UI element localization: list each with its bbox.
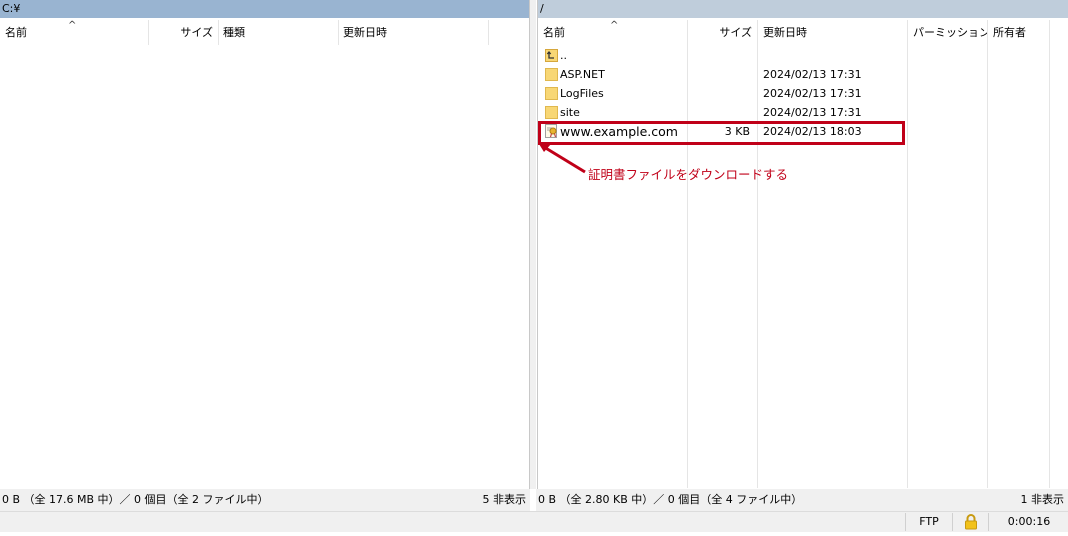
local-status-bar: 0 B （全 17.6 MB 中）／ 0 個目（全 2 ファイル中） 5 非表示 bbox=[0, 489, 530, 511]
lock-icon bbox=[964, 514, 977, 530]
file-name: LogFiles bbox=[560, 87, 604, 100]
file-name: site bbox=[560, 106, 580, 119]
annotation-label: 証明書ファイルをダウンロードする bbox=[588, 167, 789, 182]
elapsed-time: 0:00:16 bbox=[988, 513, 1068, 531]
encryption-status[interactable] bbox=[952, 513, 988, 531]
file-modified: 2024/02/13 17:31 bbox=[763, 106, 862, 119]
file-row-site[interactable]: site 2024/02/13 17:31 bbox=[538, 103, 1068, 122]
remote-column-modified[interactable]: 更新日時 bbox=[758, 20, 908, 45]
local-column-modified[interactable]: 更新日時 bbox=[338, 20, 488, 45]
parent-folder-icon bbox=[545, 49, 558, 62]
folder-icon bbox=[545, 106, 558, 119]
remote-column-size[interactable]: サイズ bbox=[688, 20, 757, 45]
remote-hidden-count[interactable]: 1 非表示 bbox=[1021, 489, 1065, 511]
column-divider[interactable] bbox=[338, 20, 339, 45]
highlight-box bbox=[538, 121, 905, 145]
local-column-size[interactable]: サイズ bbox=[148, 20, 218, 45]
local-path-bar[interactable]: C:¥ bbox=[0, 0, 529, 18]
file-name: .. bbox=[560, 49, 567, 62]
pane-splitter[interactable] bbox=[530, 0, 536, 489]
file-row-parent[interactable]: .. bbox=[538, 46, 1068, 65]
column-divider[interactable] bbox=[488, 20, 489, 45]
local-column-type[interactable]: 種類 bbox=[218, 20, 338, 45]
remote-status-bar: 0 B （全 2.80 KB 中）／ 0 個目（全 4 ファイル中） 1 非表示 bbox=[536, 489, 1068, 511]
sort-ascending-icon: ^ bbox=[68, 20, 77, 31]
folder-icon bbox=[545, 68, 558, 81]
column-divider[interactable] bbox=[218, 20, 219, 45]
remote-status-text: 0 B （全 2.80 KB 中）／ 0 個目（全 4 ファイル中） bbox=[538, 493, 803, 506]
remote-path-bar[interactable]: / bbox=[538, 0, 1068, 18]
column-divider[interactable] bbox=[148, 20, 149, 45]
remote-column-permissions[interactable]: パーミッション bbox=[908, 20, 988, 45]
file-modified: 2024/02/13 17:31 bbox=[763, 68, 862, 81]
local-status-text: 0 B （全 17.6 MB 中）／ 0 個目（全 2 ファイル中） bbox=[2, 493, 269, 506]
bottom-status-bar: FTP 0:00:16 bbox=[0, 511, 1068, 532]
folder-icon bbox=[545, 87, 558, 100]
remote-file-pane[interactable]: / 名前 ^ サイズ 更新日時 パーミッション 所有者 .. ASP.NET 2… bbox=[537, 0, 1068, 489]
local-file-pane[interactable]: C:¥ 名前 ^ サイズ 種類 更新日時 bbox=[0, 0, 530, 489]
sort-ascending-icon: ^ bbox=[610, 20, 619, 31]
local-hidden-count[interactable]: 5 非表示 bbox=[483, 489, 527, 511]
protocol-indicator: FTP bbox=[905, 513, 952, 531]
file-row-logfiles[interactable]: LogFiles 2024/02/13 17:31 bbox=[538, 84, 1068, 103]
file-row-aspnet[interactable]: ASP.NET 2024/02/13 17:31 bbox=[538, 65, 1068, 84]
remote-column-owner[interactable]: 所有者 bbox=[988, 20, 1049, 45]
file-modified: 2024/02/13 17:31 bbox=[763, 87, 862, 100]
file-name: ASP.NET bbox=[560, 68, 605, 81]
